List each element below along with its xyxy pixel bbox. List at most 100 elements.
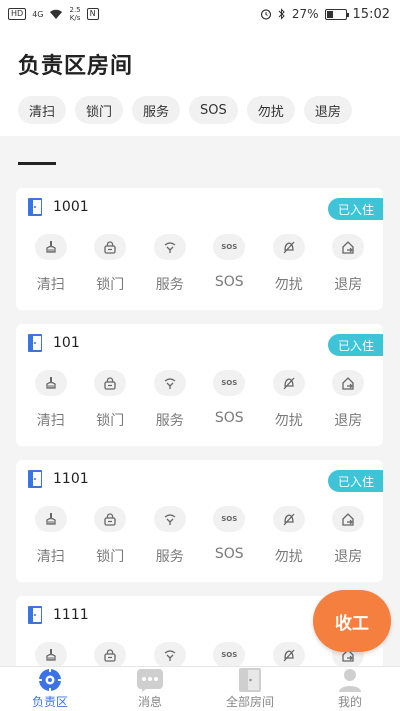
sweep-icon — [34, 370, 67, 396]
action-do-not-disturb[interactable]: 勿扰 — [264, 370, 314, 430]
network-speed: 2.5 K/s — [69, 6, 81, 22]
action-sweep[interactable]: 清扫 — [26, 506, 76, 566]
action-label: 服务 — [155, 277, 184, 293]
room-card[interactable]: 1001 已入住 清扫 锁门 服务 SOS SOS 勿扰 退房 — [16, 188, 383, 310]
filter-chips: 清扫 锁门 服务 SOS 勿扰 退房 — [18, 96, 382, 124]
nav-item-mine[interactable]: 我的 — [300, 667, 400, 711]
filter-chip-lock[interactable]: 锁门 — [75, 96, 124, 124]
action-sos[interactable]: SOS SOS — [204, 506, 254, 566]
do-not-disturb-icon — [272, 506, 305, 532]
sweep-icon — [34, 234, 67, 260]
sos-icon: SOS — [213, 642, 246, 666]
sos-icon: SOS — [213, 506, 246, 532]
action-service[interactable]: 服务 — [145, 370, 195, 430]
nav-label: 我的 — [337, 695, 362, 709]
room-card-header: 1101 — [26, 470, 89, 488]
hd-indicator: HD — [8, 8, 27, 20]
sos-icon: SOS — [213, 370, 246, 396]
door-icon — [26, 334, 44, 352]
action-service[interactable]: 服务 — [145, 234, 195, 294]
do-not-disturb-icon — [272, 642, 305, 666]
action-sos[interactable]: SOS SOS — [204, 234, 254, 294]
section-divider — [18, 162, 56, 165]
room-list[interactable]: 1001 已入住 清扫 锁门 服务 SOS SOS 勿扰 退房 101 已入住 清扫 锁门 服务… — [0, 136, 400, 666]
sos-icon-text: SOS — [221, 243, 238, 251]
action-label: 退房 — [334, 413, 363, 429]
action-label: 服务 — [155, 413, 184, 429]
nav-label: 消息 — [137, 695, 162, 709]
door-icon — [236, 667, 264, 693]
action-checkout[interactable]: 退房 — [323, 506, 373, 566]
nav-item-responsible-area[interactable]: 负责区 — [0, 667, 100, 711]
filter-chip-sos[interactable]: SOS — [189, 96, 238, 124]
service-icon — [153, 642, 186, 666]
action-label: 锁门 — [96, 413, 125, 429]
room-card-header: 1111 — [26, 606, 89, 624]
status-badge: 已入住 — [327, 470, 383, 492]
action-sweep[interactable]: 清扫 — [26, 234, 76, 294]
lock-icon — [94, 506, 127, 532]
finish-work-button[interactable]: 收工 — [313, 590, 391, 652]
battery-percent: 27% — [291, 7, 319, 21]
checkout-icon — [332, 234, 365, 260]
lock-icon — [94, 370, 127, 396]
sweep-icon — [34, 642, 67, 666]
door-icon — [26, 198, 44, 216]
action-label: 退房 — [334, 277, 363, 293]
user-icon — [336, 667, 364, 693]
action-do-not-disturb[interactable]: 勿扰 — [264, 642, 314, 666]
sos-icon-text: SOS — [221, 379, 238, 387]
service-icon — [153, 234, 186, 260]
sos-icon: SOS — [213, 234, 246, 260]
filter-chip-clean[interactable]: 清扫 — [18, 96, 67, 124]
nav-item-messages[interactable]: 消息 — [100, 667, 200, 711]
action-sweep[interactable]: 清扫 — [26, 370, 76, 430]
action-service[interactable]: 服务 — [145, 642, 195, 666]
action-sweep[interactable]: 清扫 — [26, 642, 76, 666]
action-label: SOS — [214, 274, 244, 290]
action-lock[interactable]: 锁门 — [85, 642, 135, 666]
room-number: 1001 — [53, 199, 89, 215]
room-card-header: 1001 — [26, 198, 89, 216]
action-label: 清扫 — [36, 277, 65, 293]
action-label: 服务 — [155, 549, 184, 565]
action-label: SOS — [214, 546, 244, 562]
action-sos[interactable]: SOSSOS — [204, 642, 254, 666]
action-lock[interactable]: 锁门 — [85, 370, 135, 430]
room-card[interactable]: 101 已入住 清扫 锁门 服务 SOS SOS 勿扰 退房 — [16, 324, 383, 446]
action-lock[interactable]: 锁门 — [85, 506, 135, 566]
door-icon — [26, 470, 44, 488]
action-label: 锁门 — [96, 549, 125, 565]
action-label: SOS — [214, 410, 244, 426]
room-number: 1111 — [53, 607, 89, 623]
nfc-icon: N — [86, 8, 99, 20]
filter-chip-checkout[interactable]: 退房 — [303, 96, 352, 124]
target-icon — [36, 667, 64, 693]
action-label: 锁门 — [96, 277, 125, 293]
action-service[interactable]: 服务 — [145, 506, 195, 566]
wifi-icon — [50, 9, 63, 19]
action-do-not-disturb[interactable]: 勿扰 — [264, 234, 314, 294]
room-actions: 清扫 锁门 服务 SOS SOS 勿扰 退房 — [16, 506, 383, 566]
filter-chip-dnd[interactable]: 勿扰 — [246, 96, 295, 124]
action-lock[interactable]: 锁门 — [85, 234, 135, 294]
service-icon — [153, 370, 186, 396]
door-icon — [26, 606, 44, 624]
bluetooth-icon — [278, 8, 285, 20]
action-label: 勿扰 — [274, 413, 303, 429]
room-number: 1101 — [53, 471, 89, 487]
action-do-not-disturb[interactable]: 勿扰 — [264, 506, 314, 566]
network-indicator: 4G — [32, 9, 44, 19]
status-badge: 已入住 — [327, 334, 383, 356]
action-label: 退房 — [334, 549, 363, 565]
nav-item-all-rooms[interactable]: 全部房间 — [200, 667, 300, 711]
room-card[interactable]: 1101 已入住 清扫 锁门 服务 SOS SOS 勿扰 退房 — [16, 460, 383, 582]
action-sos[interactable]: SOS SOS — [204, 370, 254, 430]
filter-chip-service[interactable]: 服务 — [132, 96, 181, 124]
checkout-icon — [332, 370, 365, 396]
sos-icon-text: SOS — [221, 651, 238, 659]
action-checkout[interactable]: 退房 — [323, 234, 373, 294]
lock-icon — [94, 642, 127, 666]
action-checkout[interactable]: 退房 — [323, 370, 373, 430]
do-not-disturb-icon — [272, 370, 305, 396]
